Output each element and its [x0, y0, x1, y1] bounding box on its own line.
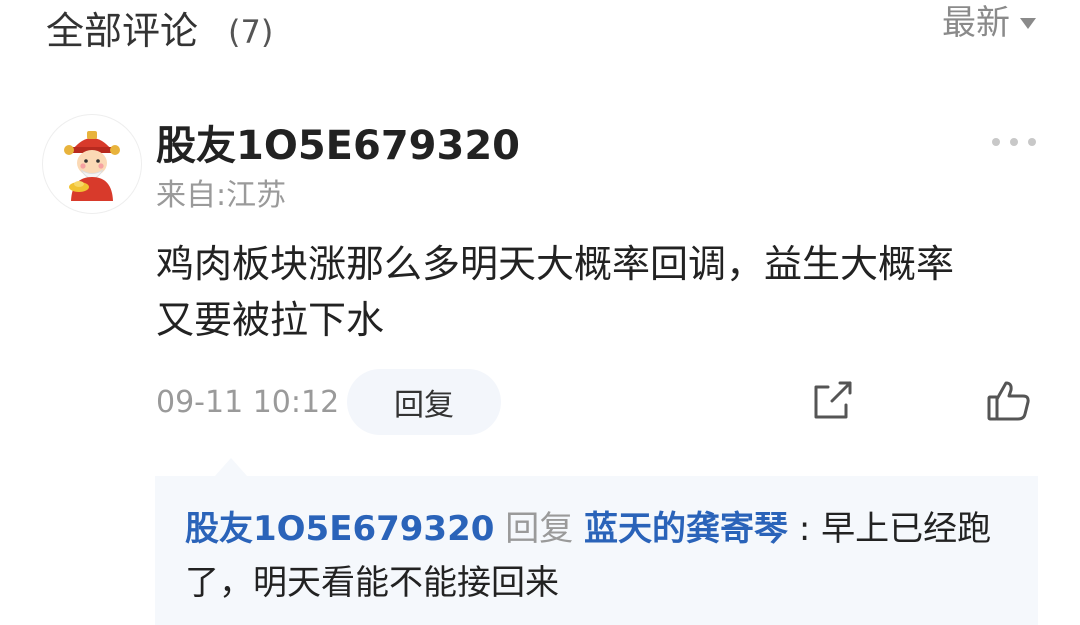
chevron-down-icon	[1020, 17, 1036, 29]
comment-timestamp: 09-11 10:12	[156, 385, 340, 420]
comment-username[interactable]: 股友1O5E679320	[156, 120, 520, 172]
reply-thread: 股友1O5E679320 回复 蓝天的龚寄琴 : 早上已经跑 了，明天看能不能接…	[155, 476, 1038, 625]
comment-content-line: 又要被拉下水	[156, 298, 385, 342]
reply-button[interactable]: 回复	[347, 369, 501, 435]
comment-location: 来自:江苏	[156, 178, 287, 213]
reply-verb: 回复	[505, 509, 574, 549]
avatar[interactable]	[42, 114, 142, 214]
reply-thread-line: 股友1O5E679320 回复 蓝天的龚寄琴 : 早上已经跑	[185, 502, 1005, 556]
avatar-icon	[64, 131, 120, 201]
sort-label: 最新	[942, 3, 1010, 43]
reply-thread-text: 股友1O5E679320 回复 蓝天的龚寄琴 : 早上已经跑 了，明天看能不能接…	[185, 502, 1005, 610]
thumbs-up-icon	[987, 381, 1030, 421]
reply-to-user[interactable]: 蓝天的龚寄琴	[584, 509, 788, 549]
reply-from-user[interactable]: 股友1O5E679320	[185, 509, 494, 549]
reply-separator: :	[788, 509, 822, 549]
share-icon	[814, 381, 852, 419]
more-dots-icon	[992, 138, 1000, 146]
more-dot	[1028, 138, 1036, 146]
reply-thread-pointer	[215, 458, 247, 476]
share-button[interactable]	[810, 377, 856, 423]
comment-content: 鸡肉板块涨那么多明天大概率回调，益生大概率 又要被拉下水	[156, 236, 1046, 348]
reply-thread-line: 了，明天看能不能接回来	[185, 563, 559, 603]
like-button[interactable]	[985, 377, 1033, 425]
comments-title: 全部评论	[46, 9, 199, 53]
comment-content-line: 鸡肉板块涨那么多明天大概率回调，益生大概率	[156, 242, 955, 286]
more-dot	[1010, 138, 1018, 146]
comments-count: (7)	[228, 13, 274, 51]
sort-dropdown[interactable]: 最新	[942, 0, 1036, 46]
reply-text-first: 早上已经跑	[821, 509, 992, 549]
more-options-button[interactable]	[992, 130, 1036, 154]
